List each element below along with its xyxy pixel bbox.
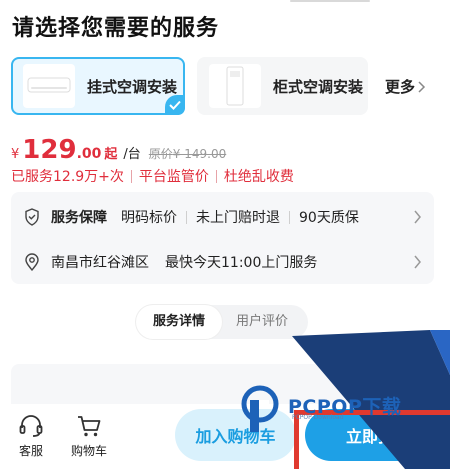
watermark-subtext: PCPOP Download [292,414,344,421]
watermark-logo-icon [238,382,284,434]
